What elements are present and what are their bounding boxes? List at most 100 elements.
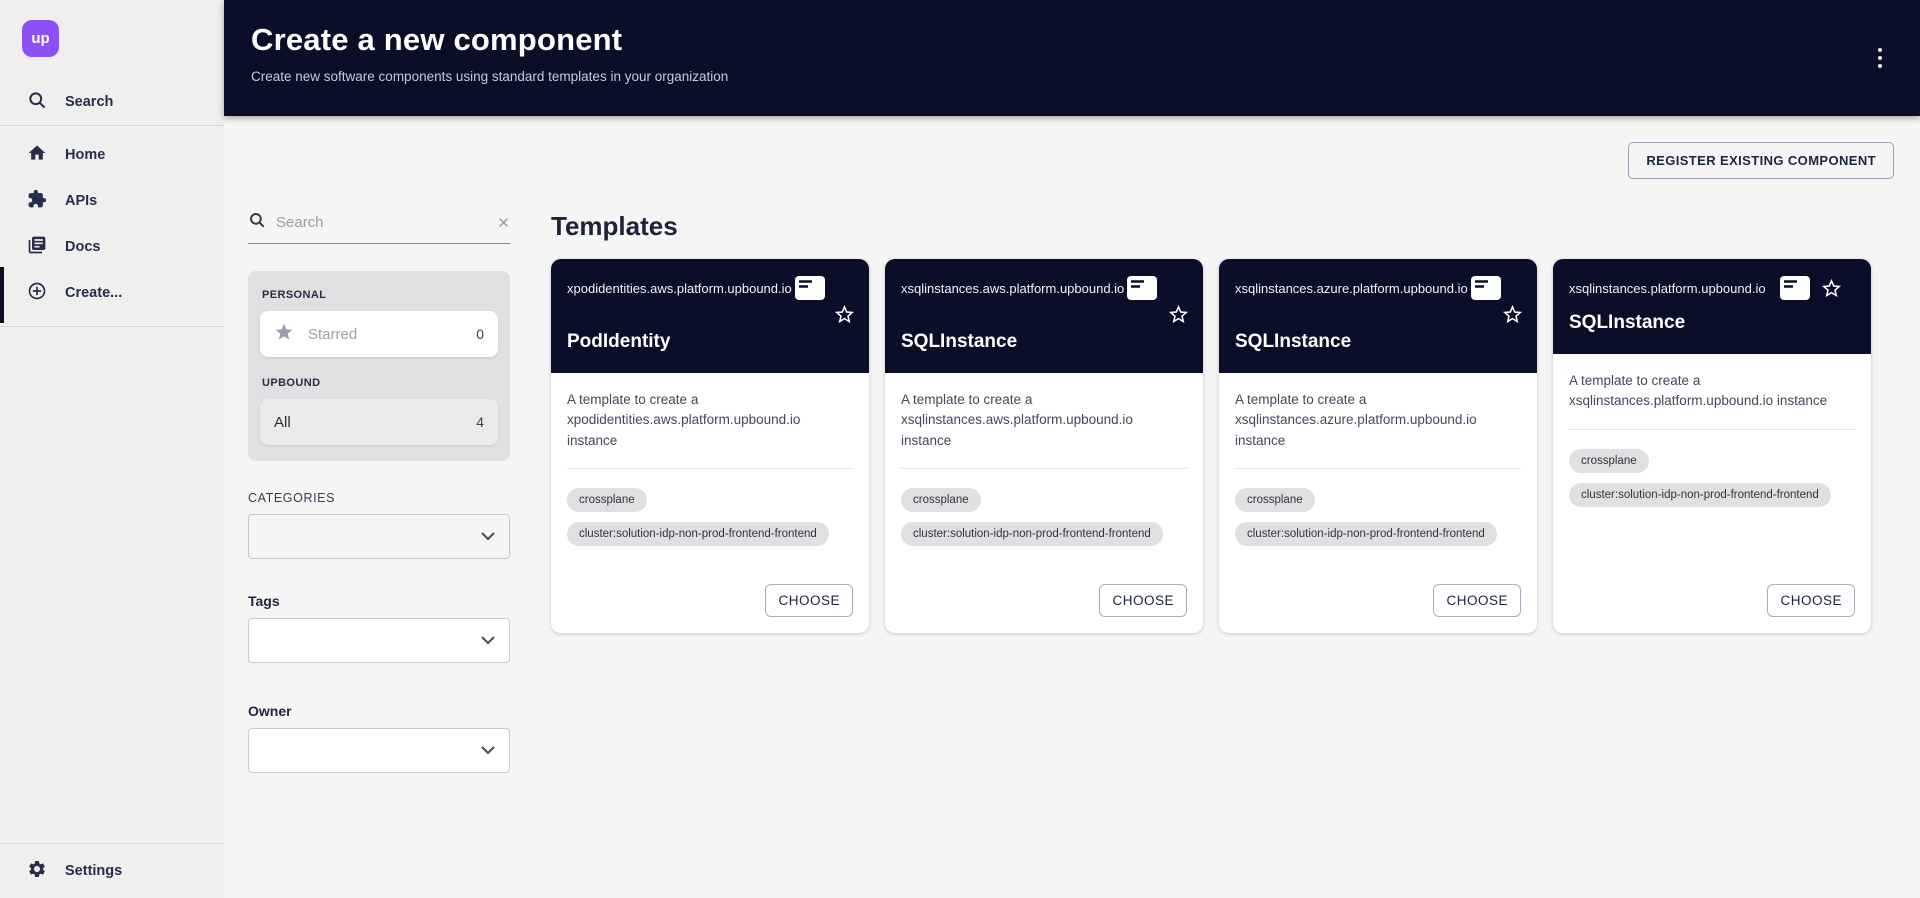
- card-entity-name: xpodidentities.aws.platform.upbound.io: [567, 281, 792, 296]
- card-divider: [567, 468, 853, 469]
- sidebar-item-label: Create...: [65, 285, 122, 301]
- sidebar-item-docs[interactable]: Docs: [0, 224, 224, 270]
- star-outline-icon[interactable]: [1501, 303, 1524, 326]
- card-title: SQLInstance: [901, 331, 1189, 353]
- template-card: xsqlinstances.platform.upbound.io SQLIns…: [1553, 259, 1871, 633]
- tags-select[interactable]: [248, 618, 510, 663]
- template-type-icon: [1780, 276, 1810, 300]
- tag-chip: cluster:solution-idp-non-prod-frontend-f…: [567, 522, 829, 546]
- card-title: SQLInstance: [1235, 331, 1523, 353]
- sidebar-item-create[interactable]: Create...: [0, 270, 224, 316]
- sidebar-nav: Home APIs Docs Create...: [0, 126, 224, 326]
- choose-button[interactable]: CHOOSE: [765, 584, 853, 617]
- docs-icon: [27, 235, 47, 259]
- search-icon: [27, 90, 47, 114]
- card-tags: crossplane cluster:solution-idp-non-prod-…: [567, 488, 853, 556]
- card-tags: crossplanecluster:solution-idp-non-prod-…: [1569, 449, 1855, 517]
- template-card-header: xsqlinstances.platform.upbound.io SQLIns…: [1553, 259, 1871, 354]
- template-card-body: A template to create a xsqlinstances.aws…: [885, 373, 1203, 633]
- sidebar-item-settings[interactable]: Settings: [0, 844, 224, 898]
- sidebar-item-home[interactable]: Home: [0, 132, 224, 178]
- card-title: PodIdentity: [567, 331, 855, 353]
- upbound-logo[interactable]: up: [22, 20, 59, 57]
- template-card: xsqlinstances.aws.platform.upbound.io SQ…: [885, 259, 1203, 633]
- settings-label: Settings: [65, 863, 122, 879]
- gear-icon: [27, 859, 47, 883]
- filter-panel: PERSONAL Starred 0 UPBOUND All 4: [248, 271, 510, 461]
- sidebar-item-label: APIs: [65, 193, 97, 209]
- template-card-header: xpodidentities.aws.platform.upbound.io P…: [551, 259, 869, 373]
- card-entity-name: xsqlinstances.aws.platform.upbound.io: [901, 281, 1124, 296]
- filter-group-title-personal: PERSONAL: [262, 289, 498, 301]
- template-search-input[interactable]: [276, 214, 487, 231]
- filter-sidebar: ✕ PERSONAL Starred 0 UPBOUND: [248, 211, 510, 773]
- filter-item-count: 0: [476, 326, 484, 342]
- card-description: A template to create a xsqlinstances.pla…: [1569, 371, 1841, 412]
- sidebar-item-label: Docs: [65, 239, 100, 255]
- categories-select[interactable]: [248, 514, 510, 559]
- filter-item-starred[interactable]: Starred 0: [260, 311, 498, 357]
- tag-chip: crossplane: [901, 488, 981, 512]
- chevron-down-icon: [480, 528, 496, 546]
- tag-chip: crossplane: [1235, 488, 1315, 512]
- toolbar: REGISTER EXISTING COMPONENT: [248, 142, 1894, 179]
- star-outline-icon[interactable]: [833, 303, 856, 326]
- template-card-header: xsqlinstances.aws.platform.upbound.io SQ…: [885, 259, 1203, 373]
- categories-label: CATEGORIES: [248, 491, 510, 505]
- template-card-body: A template to create a xpodidentities.aw…: [551, 373, 869, 633]
- template-type-icon: [1127, 276, 1157, 300]
- sidebar-spacer: [0, 327, 224, 843]
- plus-circle-icon: [27, 281, 47, 305]
- card-tags: crossplanecluster:solution-idp-non-prod-…: [1235, 488, 1521, 556]
- content-area: REGISTER EXISTING COMPONENT ✕: [224, 116, 1920, 898]
- kebab-menu-icon[interactable]: [1874, 44, 1886, 72]
- card-description: A template to create a xsqlinstances.aws…: [901, 390, 1173, 451]
- template-card: xpodidentities.aws.platform.upbound.io P…: [551, 259, 869, 633]
- search-icon: [248, 211, 266, 234]
- tags-label: Tags: [248, 593, 510, 609]
- owner-select[interactable]: [248, 728, 510, 773]
- card-entity-name: xsqlinstances.platform.upbound.io: [1569, 281, 1766, 296]
- sidebar-item-search[interactable]: Search: [0, 79, 224, 125]
- template-cards: xpodidentities.aws.platform.upbound.io P…: [551, 259, 1894, 633]
- chevron-down-icon: [480, 742, 496, 760]
- register-existing-component-button[interactable]: REGISTER EXISTING COMPONENT: [1628, 142, 1894, 179]
- star-icon: [274, 322, 294, 346]
- card-divider: [1569, 429, 1855, 430]
- chevron-down-icon: [480, 632, 496, 650]
- clear-search-icon[interactable]: ✕: [497, 214, 510, 232]
- choose-button[interactable]: CHOOSE: [1767, 584, 1855, 617]
- template-card-body: A template to create a xsqlinstances.azu…: [1219, 373, 1537, 633]
- main-column: Create a new component Create new softwa…: [224, 0, 1920, 898]
- tag-chip: crossplane: [567, 488, 647, 512]
- page-subtitle: Create new software components using sta…: [251, 69, 1920, 84]
- sidebar: up Search Home APIs: [0, 0, 224, 898]
- tags-filter: Tags: [248, 593, 510, 663]
- sidebar-search-label: Search: [65, 94, 113, 110]
- card-divider: [1235, 468, 1521, 469]
- templates-section: Templates xpodidentities.aws.platform.up…: [551, 211, 1894, 773]
- choose-button[interactable]: CHOOSE: [1433, 584, 1521, 617]
- owner-filter: Owner: [248, 703, 510, 773]
- choose-button[interactable]: CHOOSE: [1099, 584, 1187, 617]
- templates-heading: Templates: [551, 211, 1894, 242]
- filter-item-all[interactable]: All 4: [260, 399, 498, 445]
- app-root: up Search Home APIs: [0, 0, 1920, 898]
- template-card-body: A template to create a xsqlinstances.pla…: [1553, 354, 1871, 633]
- template-search: ✕: [248, 211, 510, 244]
- puzzle-icon: [27, 189, 47, 213]
- owner-label: Owner: [248, 703, 510, 719]
- filter-item-label: All: [274, 414, 291, 431]
- star-outline-icon[interactable]: [1167, 303, 1190, 326]
- template-type-icon: [1471, 276, 1501, 300]
- filter-group-title-upbound: UPBOUND: [262, 377, 498, 389]
- sidebar-item-label: Home: [65, 147, 105, 163]
- categories-filter: CATEGORIES: [248, 491, 510, 559]
- card-tags: crossplanecluster:solution-idp-non-prod-…: [901, 488, 1187, 556]
- sidebar-item-apis[interactable]: APIs: [0, 178, 224, 224]
- page-header: Create a new component Create new softwa…: [224, 0, 1920, 116]
- card-description: A template to create a xsqlinstances.azu…: [1235, 390, 1507, 451]
- card-entity-name: xsqlinstances.azure.platform.upbound.io: [1235, 281, 1468, 296]
- template-card: xsqlinstances.azure.platform.upbound.io …: [1219, 259, 1537, 633]
- star-outline-icon[interactable]: [1820, 277, 1843, 300]
